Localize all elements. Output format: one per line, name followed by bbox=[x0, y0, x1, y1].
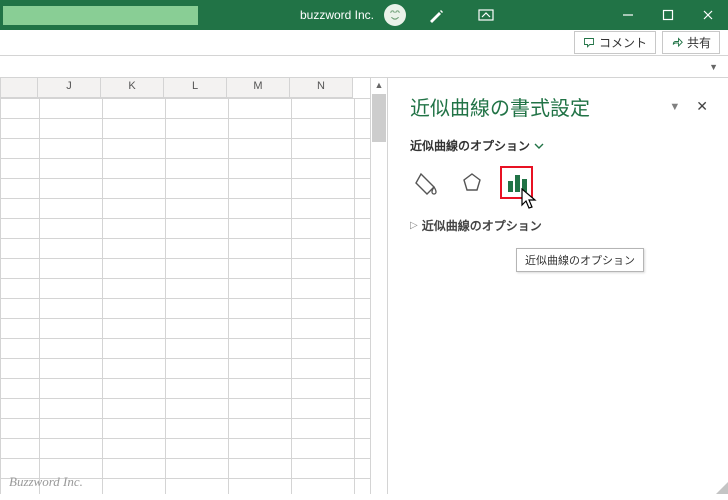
col-header[interactable]: N bbox=[290, 78, 353, 98]
comment-button[interactable]: コメント bbox=[574, 31, 656, 54]
minimize-button[interactable] bbox=[608, 0, 648, 30]
share-label: 共有 bbox=[687, 34, 711, 51]
ribbon-display-options-icon[interactable] bbox=[466, 0, 506, 30]
pane-dropdown-icon[interactable]: ▼ bbox=[659, 97, 690, 117]
pane-title: 近似曲線の書式設定 bbox=[410, 92, 590, 121]
trendline-options-icon[interactable] bbox=[500, 166, 533, 199]
col-header[interactable]: L bbox=[164, 78, 227, 98]
resize-grip-icon[interactable] bbox=[716, 482, 728, 494]
col-header[interactable]: M bbox=[227, 78, 290, 98]
restore-button[interactable] bbox=[648, 0, 688, 30]
vertical-scrollbar[interactable]: ▲ bbox=[370, 78, 388, 494]
share-button[interactable]: 共有 bbox=[662, 31, 720, 54]
col-header[interactable]: K bbox=[101, 78, 164, 98]
fill-outline-icon[interactable] bbox=[410, 166, 443, 199]
comment-label: コメント bbox=[599, 34, 647, 51]
section-label[interactable]: 近似曲線のオプション bbox=[422, 217, 542, 234]
format-trendline-pane: 近似曲線の書式設定 ▼ ✕ 近似曲線のオプション bbox=[388, 78, 728, 494]
formula-bar-expand-icon[interactable]: ▼ bbox=[703, 60, 724, 74]
spreadsheet-grid[interactable]: J K L M N Buzzword Inc. bbox=[0, 78, 370, 494]
window-title: buzzword Inc. bbox=[300, 8, 374, 22]
expand-caret-icon[interactable]: ▷ bbox=[410, 220, 418, 231]
trendline-options-link[interactable]: 近似曲線のオプション bbox=[410, 137, 714, 154]
select-all-cell[interactable] bbox=[0, 78, 38, 98]
watermark-text: Buzzword Inc. bbox=[9, 474, 83, 490]
effects-icon[interactable] bbox=[455, 166, 488, 199]
user-avatar[interactable] bbox=[384, 4, 406, 26]
pane-close-icon[interactable]: ✕ bbox=[690, 96, 714, 117]
col-header[interactable]: J bbox=[38, 78, 101, 98]
scroll-thumb[interactable] bbox=[372, 94, 386, 142]
chevron-down-icon bbox=[534, 141, 544, 151]
quick-access-placeholder bbox=[3, 6, 198, 25]
sub-link-label: 近似曲線のオプション bbox=[410, 137, 530, 154]
close-button[interactable] bbox=[688, 0, 728, 30]
draw-mode-icon[interactable] bbox=[416, 0, 456, 30]
scroll-up-icon[interactable]: ▲ bbox=[375, 78, 384, 92]
